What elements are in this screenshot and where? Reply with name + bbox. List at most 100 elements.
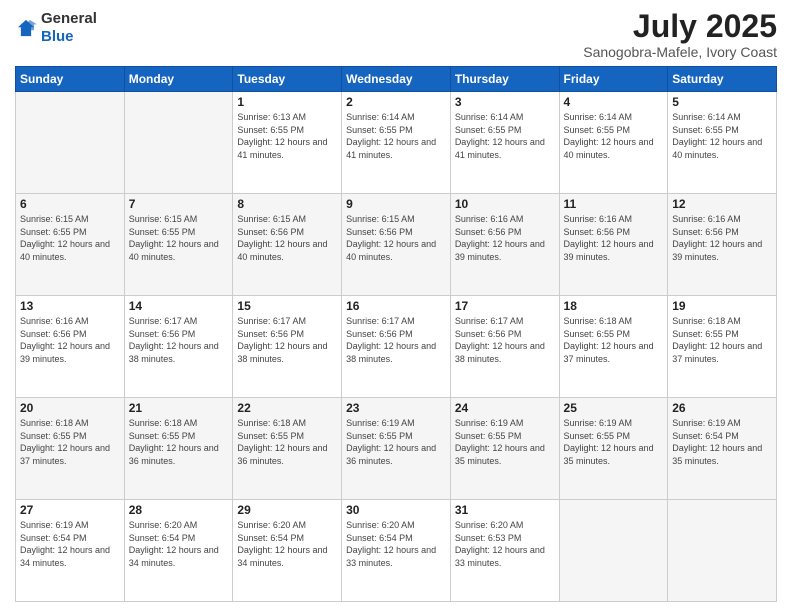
day-info: Sunrise: 6:20 AM Sunset: 6:53 PM Dayligh… xyxy=(455,519,555,569)
title-location: Sanogobra-Mafele, Ivory Coast xyxy=(583,44,777,60)
day-number: 3 xyxy=(455,95,555,109)
day-info: Sunrise: 6:20 AM Sunset: 6:54 PM Dayligh… xyxy=(129,519,229,569)
day-info: Sunrise: 6:17 AM Sunset: 6:56 PM Dayligh… xyxy=(237,315,337,365)
day-info: Sunrise: 6:17 AM Sunset: 6:56 PM Dayligh… xyxy=(346,315,446,365)
calendar-cell-0-2: 1Sunrise: 6:13 AM Sunset: 6:55 PM Daylig… xyxy=(233,92,342,194)
day-number: 23 xyxy=(346,401,446,415)
day-info: Sunrise: 6:20 AM Sunset: 6:54 PM Dayligh… xyxy=(237,519,337,569)
day-info: Sunrise: 6:17 AM Sunset: 6:56 PM Dayligh… xyxy=(455,315,555,365)
day-info: Sunrise: 6:19 AM Sunset: 6:55 PM Dayligh… xyxy=(455,417,555,467)
calendar-cell-4-2: 29 Sunrise: 6:20 AM Sunset: 6:54 PM Dayli… xyxy=(233,500,342,602)
day-number: 31 xyxy=(455,503,555,517)
day-number: 25 xyxy=(564,401,664,415)
day-number: 27 xyxy=(20,503,120,517)
day-info: Sunrise: 6:18 AM Sunset: 6:55 PM Dayligh… xyxy=(129,417,229,467)
day-info: Sunrise: 6:15 AM Sunset: 6:55 PM Dayligh… xyxy=(129,213,229,263)
calendar-cell-4-6 xyxy=(668,500,777,602)
calendar-week-row-2: 13 Sunrise: 6:16 AM Sunset: 6:56 PM Dayli… xyxy=(16,296,777,398)
col-sunday: Sunday xyxy=(16,67,125,92)
calendar-cell-1-4: 10 Sunrise: 6:16 AM Sunset: 6:56 PM Dayli… xyxy=(450,194,559,296)
calendar-cell-1-1: 7 Sunrise: 6:15 AM Sunset: 6:55 PM Daylig… xyxy=(124,194,233,296)
calendar-cell-2-0: 13 Sunrise: 6:16 AM Sunset: 6:56 PM Dayli… xyxy=(16,296,125,398)
day-info: Sunrise: 6:18 AM Sunset: 6:55 PM Dayligh… xyxy=(672,315,772,365)
calendar-cell-0-5: 4Sunrise: 6:14 AM Sunset: 6:55 PM Daylig… xyxy=(559,92,668,194)
day-info: Sunrise: 6:18 AM Sunset: 6:55 PM Dayligh… xyxy=(20,417,120,467)
calendar-cell-4-0: 27 Sunrise: 6:19 AM Sunset: 6:54 PM Dayli… xyxy=(16,500,125,602)
calendar-cell-3-6: 26 Sunrise: 6:19 AM Sunset: 6:54 PM Dayli… xyxy=(668,398,777,500)
calendar-cell-1-0: 6Sunrise: 6:15 AM Sunset: 6:55 PM Daylig… xyxy=(16,194,125,296)
calendar-table: Sunday Monday Tuesday Wednesday Thursday… xyxy=(15,66,777,602)
day-number: 7 xyxy=(129,197,229,211)
day-info: Sunrise: 6:16 AM Sunset: 6:56 PM Dayligh… xyxy=(455,213,555,263)
col-saturday: Saturday xyxy=(668,67,777,92)
day-info: Sunrise: 6:19 AM Sunset: 6:54 PM Dayligh… xyxy=(672,417,772,467)
day-info: Sunrise: 6:15 AM Sunset: 6:56 PM Dayligh… xyxy=(346,213,446,263)
day-number: 28 xyxy=(129,503,229,517)
logo: General Blue xyxy=(15,10,97,46)
day-info: Sunrise: 6:15 AM Sunset: 6:56 PM Dayligh… xyxy=(237,213,337,263)
day-info: Sunrise: 6:18 AM Sunset: 6:55 PM Dayligh… xyxy=(237,417,337,467)
day-info: Sunrise: 6:16 AM Sunset: 6:56 PM Dayligh… xyxy=(672,213,772,263)
day-info: Sunrise: 6:20 AM Sunset: 6:54 PM Dayligh… xyxy=(346,519,446,569)
header: General Blue July 2025 Sanogobra-Mafele,… xyxy=(15,10,777,60)
col-thursday: Thursday xyxy=(450,67,559,92)
logo-general: General Blue xyxy=(41,10,97,46)
day-number: 16 xyxy=(346,299,446,313)
day-number: 18 xyxy=(564,299,664,313)
calendar-cell-3-1: 21 Sunrise: 6:18 AM Sunset: 6:55 PM Dayli… xyxy=(124,398,233,500)
calendar-cell-3-3: 23Sunrise: 6:19 AM Sunset: 6:55 PM Dayli… xyxy=(342,398,451,500)
day-number: 13 xyxy=(20,299,120,313)
calendar-cell-0-3: 2 Sunrise: 6:14 AM Sunset: 6:55 PM Daylig… xyxy=(342,92,451,194)
calendar-week-row-3: 20 Sunrise: 6:18 AM Sunset: 6:55 PM Dayli… xyxy=(16,398,777,500)
calendar-week-row-0: 1Sunrise: 6:13 AM Sunset: 6:55 PM Daylig… xyxy=(16,92,777,194)
day-info: Sunrise: 6:16 AM Sunset: 6:56 PM Dayligh… xyxy=(564,213,664,263)
calendar-cell-1-5: 11Sunrise: 6:16 AM Sunset: 6:56 PM Dayli… xyxy=(559,194,668,296)
calendar-cell-1-3: 9Sunrise: 6:15 AM Sunset: 6:56 PM Daylig… xyxy=(342,194,451,296)
calendar-cell-1-6: 12 Sunrise: 6:16 AM Sunset: 6:56 PM Dayli… xyxy=(668,194,777,296)
title-month: July 2025 xyxy=(583,10,777,42)
calendar-cell-2-2: 15 Sunrise: 6:17 AM Sunset: 6:56 PM Dayli… xyxy=(233,296,342,398)
day-number: 17 xyxy=(455,299,555,313)
calendar-cell-3-5: 25Sunrise: 6:19 AM Sunset: 6:55 PM Dayli… xyxy=(559,398,668,500)
calendar-cell-2-1: 14Sunrise: 6:17 AM Sunset: 6:56 PM Dayli… xyxy=(124,296,233,398)
day-info: Sunrise: 6:18 AM Sunset: 6:55 PM Dayligh… xyxy=(564,315,664,365)
calendar-cell-4-5 xyxy=(559,500,668,602)
calendar-cell-0-0 xyxy=(16,92,125,194)
day-number: 30 xyxy=(346,503,446,517)
day-info: Sunrise: 6:14 AM Sunset: 6:55 PM Dayligh… xyxy=(672,111,772,161)
col-tuesday: Tuesday xyxy=(233,67,342,92)
logo-icon xyxy=(15,17,37,39)
calendar-cell-3-2: 22 Sunrise: 6:18 AM Sunset: 6:55 PM Dayli… xyxy=(233,398,342,500)
calendar-cell-3-4: 24 Sunrise: 6:19 AM Sunset: 6:55 PM Dayli… xyxy=(450,398,559,500)
day-number: 14 xyxy=(129,299,229,313)
day-number: 12 xyxy=(672,197,772,211)
day-number: 29 xyxy=(237,503,337,517)
calendar-cell-2-5: 18 Sunrise: 6:18 AM Sunset: 6:55 PM Dayli… xyxy=(559,296,668,398)
day-number: 2 xyxy=(346,95,446,109)
day-number: 10 xyxy=(455,197,555,211)
calendar-cell-4-1: 28 Sunrise: 6:20 AM Sunset: 6:54 PM Dayli… xyxy=(124,500,233,602)
day-info: Sunrise: 6:14 AM Sunset: 6:55 PM Dayligh… xyxy=(455,111,555,161)
day-number: 20 xyxy=(20,401,120,415)
calendar-week-row-1: 6Sunrise: 6:15 AM Sunset: 6:55 PM Daylig… xyxy=(16,194,777,296)
col-friday: Friday xyxy=(559,67,668,92)
calendar-cell-0-6: 5Sunrise: 6:14 AM Sunset: 6:55 PM Daylig… xyxy=(668,92,777,194)
day-number: 19 xyxy=(672,299,772,313)
calendar-cell-2-4: 17 Sunrise: 6:17 AM Sunset: 6:56 PM Dayli… xyxy=(450,296,559,398)
day-info: Sunrise: 6:19 AM Sunset: 6:54 PM Dayligh… xyxy=(20,519,120,569)
day-number: 26 xyxy=(672,401,772,415)
day-number: 15 xyxy=(237,299,337,313)
day-info: Sunrise: 6:14 AM Sunset: 6:55 PM Dayligh… xyxy=(346,111,446,161)
calendar-cell-4-3: 30 Sunrise: 6:20 AM Sunset: 6:54 PM Dayli… xyxy=(342,500,451,602)
day-number: 8 xyxy=(237,197,337,211)
calendar-cell-4-4: 31 Sunrise: 6:20 AM Sunset: 6:53 PM Dayli… xyxy=(450,500,559,602)
day-number: 22 xyxy=(237,401,337,415)
calendar-cell-0-1 xyxy=(124,92,233,194)
col-wednesday: Wednesday xyxy=(342,67,451,92)
calendar-cell-2-6: 19 Sunrise: 6:18 AM Sunset: 6:55 PM Dayli… xyxy=(668,296,777,398)
day-number: 21 xyxy=(129,401,229,415)
day-number: 24 xyxy=(455,401,555,415)
day-info: Sunrise: 6:16 AM Sunset: 6:56 PM Dayligh… xyxy=(20,315,120,365)
page: General Blue July 2025 Sanogobra-Mafele,… xyxy=(0,0,792,612)
day-info: Sunrise: 6:14 AM Sunset: 6:55 PM Dayligh… xyxy=(564,111,664,161)
